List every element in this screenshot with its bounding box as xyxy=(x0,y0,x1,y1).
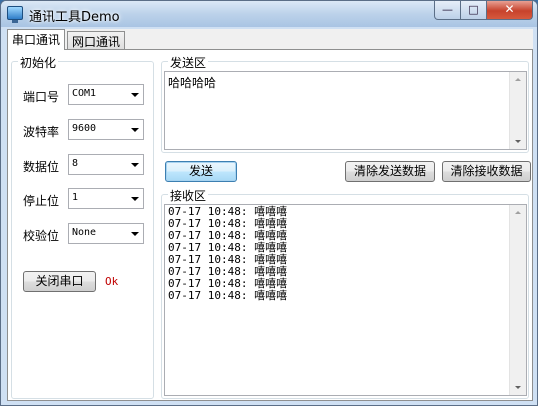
baud-select-value: 9600 xyxy=(72,123,97,134)
stopbits-select-value: 1 xyxy=(72,192,79,203)
clear-send-button[interactable]: 清除发送数据 xyxy=(345,161,435,182)
scroll-up-icon xyxy=(515,78,521,81)
chevron-down-icon xyxy=(131,128,139,132)
receive-log: 07-17 10:48: 嘻嘻嘻 07-17 10:48: 嘻嘻嘻 07-17 10… xyxy=(168,206,287,302)
send-group-title: 发送区 xyxy=(168,54,209,71)
client-area: 串口通讯 网口通讯 初始化 端口号 COM1 波特率 9600 数据位 8 停止… xyxy=(7,29,533,401)
chevron-down-icon xyxy=(131,232,139,236)
title-bar[interactable]: 通讯工具Demo — □ ✕ xyxy=(1,1,537,27)
app-monitor-icon xyxy=(7,6,23,23)
baud-label: 波特率 xyxy=(23,125,60,139)
tab-network[interactable]: 网口通讯 xyxy=(67,31,126,49)
app-window: 通讯工具Demo — □ ✕ 串口通讯 网口通讯 初始化 端口号 COM1 波特… xyxy=(0,0,538,406)
parity-select[interactable]: None xyxy=(68,223,144,244)
maximize-button[interactable]: □ xyxy=(460,1,487,20)
chevron-down-icon xyxy=(131,197,139,201)
baud-select[interactable]: 9600 xyxy=(68,119,144,140)
send-text-content: 哈哈哈哈 xyxy=(168,76,217,90)
databits-label: 数据位 xyxy=(23,160,60,174)
port-status-text: Ok xyxy=(105,275,119,288)
scroll-up-icon xyxy=(515,211,521,214)
window-title: 通讯工具Demo xyxy=(29,10,120,25)
parity-label: 校验位 xyxy=(23,229,60,243)
serial-tab-page: 初始化 端口号 COM1 波特率 9600 数据位 8 停止位 1 校验位 No… xyxy=(7,49,533,401)
receive-log-line: 07-17 10:48: 嘻嘻嘻 xyxy=(168,289,288,302)
init-groupbox: 初始化 端口号 COM1 波特率 9600 数据位 8 停止位 1 校验位 No… xyxy=(11,54,154,399)
receive-scrollbar[interactable] xyxy=(509,205,526,395)
databits-select[interactable]: 8 xyxy=(68,154,144,175)
port-select-value: COM1 xyxy=(72,88,97,99)
chevron-down-icon xyxy=(131,93,139,97)
chevron-down-icon xyxy=(131,163,139,167)
stopbits-label: 停止位 xyxy=(23,194,60,208)
clear-receive-button[interactable]: 清除接收数据 xyxy=(442,161,531,182)
databits-select-value: 8 xyxy=(72,158,79,169)
send-scrollbar[interactable] xyxy=(509,72,526,149)
minimize-button[interactable]: — xyxy=(434,1,461,20)
port-select[interactable]: COM1 xyxy=(68,84,144,105)
send-textarea[interactable]: 哈哈哈哈 xyxy=(164,71,527,150)
send-button[interactable]: 发送 xyxy=(165,161,237,182)
stopbits-select[interactable]: 1 xyxy=(68,188,144,209)
tab-serial[interactable]: 串口通讯 xyxy=(7,29,66,50)
receive-groupbox: 接收区 07-17 10:48: 嘻嘻嘻 07-17 10:48: 嘻嘻嘻 07-1… xyxy=(161,187,529,399)
send-groupbox: 发送区 哈哈哈哈 xyxy=(161,54,529,153)
receive-group-title: 接收区 xyxy=(168,187,209,204)
scroll-down-icon xyxy=(515,386,521,389)
close-port-button[interactable]: 关闭串口 xyxy=(23,271,96,292)
scroll-down-icon xyxy=(515,140,521,143)
receive-textarea[interactable]: 07-17 10:48: 嘻嘻嘻 07-17 10:48: 嘻嘻嘻 07-17 10… xyxy=(164,204,527,396)
init-group-title: 初始化 xyxy=(18,54,59,71)
parity-select-value: None xyxy=(72,227,97,238)
port-label: 端口号 xyxy=(23,90,60,104)
close-button[interactable]: ✕ xyxy=(486,1,533,20)
